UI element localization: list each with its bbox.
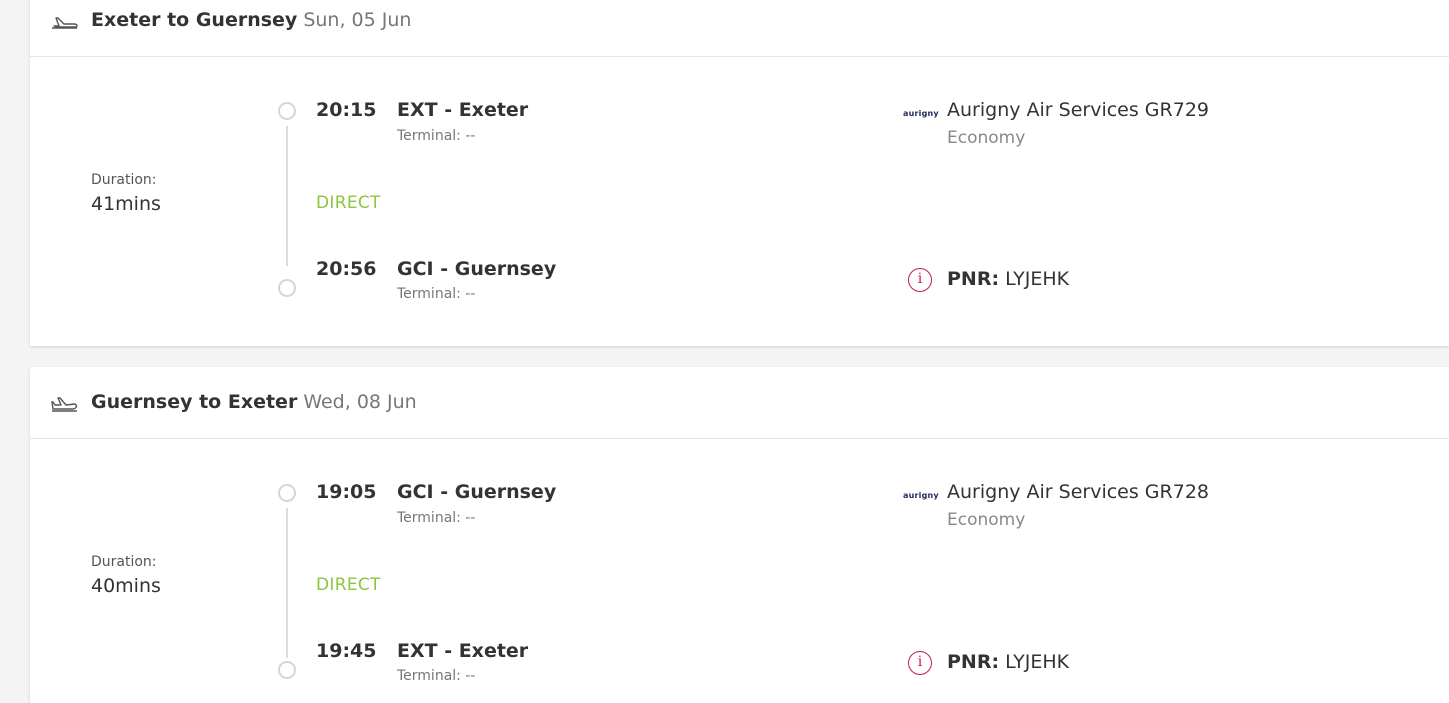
duration-value: 40mins bbox=[91, 575, 161, 597]
arrival-dot bbox=[278, 279, 296, 297]
pnr-label: PNR: bbox=[947, 651, 1000, 673]
stops-label: DIRECT bbox=[316, 193, 381, 213]
pnr-label: PNR: bbox=[947, 268, 1000, 290]
plane-takeoff-icon bbox=[52, 17, 78, 29]
pnr-value: LYJEHK bbox=[1005, 651, 1070, 673]
route-title: Exeter to Guernsey Sun, 05 Jun bbox=[91, 9, 411, 31]
stops-label: DIRECT bbox=[316, 575, 381, 595]
cabin-class: Economy bbox=[947, 128, 1026, 148]
departure-time: 20:15 bbox=[316, 99, 377, 121]
timeline-line bbox=[286, 508, 288, 658]
plane-landing-icon bbox=[51, 397, 78, 412]
arrival-dot bbox=[278, 661, 296, 679]
departure-airport: GCI - Guernsey bbox=[397, 481, 557, 503]
duration-label: Duration: bbox=[91, 554, 157, 570]
cabin-class: Economy bbox=[947, 510, 1026, 530]
info-icon[interactable]: i bbox=[908, 268, 932, 292]
departure-terminal: Terminal: -- bbox=[397, 128, 476, 144]
route-date: Wed, 08 Jun bbox=[303, 391, 417, 413]
arrival-airport: EXT - Exeter bbox=[397, 640, 529, 662]
pnr: PNR: LYJEHK bbox=[947, 268, 1069, 290]
segment-header: Exeter to Guernsey Sun, 05 Jun bbox=[30, 0, 1449, 57]
departure-dot bbox=[278, 102, 296, 120]
flight-segment-card: Exeter to Guernsey Sun, 05 Jun Duration: … bbox=[30, 0, 1449, 346]
arrival-time: 20:56 bbox=[316, 258, 377, 280]
departure-terminal: Terminal: -- bbox=[397, 510, 476, 526]
departure-airport: EXT - Exeter bbox=[397, 99, 529, 121]
airline-flight: Aurigny Air Services GR729 bbox=[947, 99, 1209, 121]
arrival-time: 19:45 bbox=[316, 640, 377, 662]
route-date: Sun, 05 Jun bbox=[303, 9, 412, 31]
route-name: Guernsey to Exeter bbox=[91, 391, 298, 413]
airline-logo: aurigny bbox=[903, 491, 939, 500]
flight-segment-card: Guernsey to Exeter Wed, 08 Jun Duration: … bbox=[30, 367, 1449, 703]
itinerary-page: Exeter to Guernsey Sun, 05 Jun Duration: … bbox=[0, 0, 1449, 703]
segment-header: Guernsey to Exeter Wed, 08 Jun bbox=[30, 367, 1449, 439]
airline-flight: Aurigny Air Services GR728 bbox=[947, 481, 1209, 503]
pnr-value: LYJEHK bbox=[1005, 268, 1070, 290]
info-icon[interactable]: i bbox=[908, 651, 932, 675]
pnr: PNR: LYJEHK bbox=[947, 651, 1069, 673]
route-name: Exeter to Guernsey bbox=[91, 9, 298, 31]
timeline-line bbox=[286, 126, 288, 266]
departure-dot bbox=[278, 484, 296, 502]
arrival-airport: GCI - Guernsey bbox=[397, 258, 557, 280]
route-title: Guernsey to Exeter Wed, 08 Jun bbox=[91, 391, 417, 413]
airline-logo: aurigny bbox=[903, 109, 939, 118]
duration-value: 41mins bbox=[91, 193, 161, 215]
arrival-terminal: Terminal: -- bbox=[397, 286, 476, 302]
departure-time: 19:05 bbox=[316, 481, 377, 503]
arrival-terminal: Terminal: -- bbox=[397, 668, 476, 684]
duration-label: Duration: bbox=[91, 172, 157, 188]
